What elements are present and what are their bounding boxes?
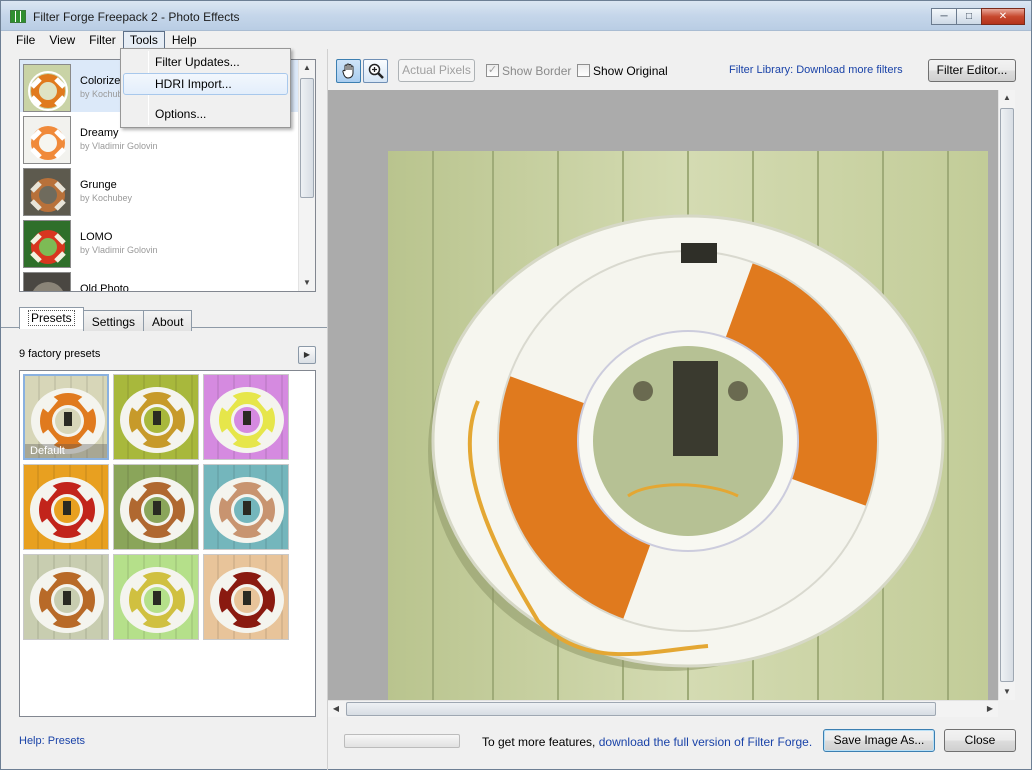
tab-label: Presets [28,310,75,326]
download-full-version-link[interactable]: download the full version of Filter Forg… [599,735,812,749]
filter-thumbnail [23,168,71,216]
scrollbar-thumb[interactable] [300,78,314,198]
filter-author: by Vladimir Golovin [80,141,158,151]
show-border-checkbox[interactable]: ✓ [486,64,499,77]
scroll-up-icon[interactable]: ▲ [299,60,315,76]
tools-menu-dropdown: Filter Updates... HDRI Import... Options… [120,48,291,128]
window-title: Filter Forge Freepack 2 - Photo Effects [33,10,240,24]
show-original-label: Show Original [593,64,668,78]
filter-item-lomo[interactable]: LOMO by Vladimir Golovin [20,216,299,268]
scrollbar-thumb[interactable] [1000,108,1014,682]
preset-thumbnail[interactable] [113,554,199,640]
title-bar[interactable]: Filter Forge Freepack 2 - Photo Effects … [1,1,1031,31]
image-preview[interactable] [328,90,998,700]
hand-tool-button[interactable] [336,59,361,83]
play-arrow-icon: ▶ [303,350,311,359]
preset-thumbnail[interactable] [203,374,289,460]
menu-item-hdri-import[interactable]: HDRI Import... [123,73,288,95]
promo-prefix: To get more features, [482,735,596,749]
filter-author: by Kochubey [80,193,133,203]
scroll-up-icon[interactable]: ▲ [999,90,1015,106]
actual-pixels-button[interactable]: Actual Pixels [398,59,475,82]
menu-item-options[interactable]: Options... [123,103,288,125]
filter-item-grunge[interactable]: Grunge by Kochubey [20,164,299,216]
preview-vertical-scrollbar[interactable]: ▲ ▼ [998,90,1015,700]
preview-image [388,151,988,700]
panel-tabs: Presets Settings About [19,307,193,331]
preset-thumbnail[interactable] [203,464,289,550]
preset-thumbnail[interactable] [113,464,199,550]
menu-item-filter-updates[interactable]: Filter Updates... [123,51,288,73]
filter-editor-button[interactable]: Filter Editor... [928,59,1016,82]
preset-thumbnail[interactable] [203,554,289,640]
scroll-corner [998,700,1015,717]
preset-label: Default [25,444,107,458]
zoom-in-icon [368,63,384,79]
progress-bar [344,734,460,748]
tab-presets[interactable]: Presets [19,307,84,329]
preset-image [204,375,288,459]
menu-bar: File View Filter Tools Help [2,31,1031,49]
scroll-left-icon[interactable]: ◀ [328,701,344,717]
preset-thumbnail[interactable] [23,464,109,550]
preset-image [114,465,198,549]
filter-thumbnail [23,116,71,164]
tab-settings[interactable]: Settings [82,310,145,331]
scrollbar-thumb[interactable] [346,702,936,716]
close-button[interactable]: Close [944,729,1016,752]
filter-thumbnail [23,272,71,291]
show-border-label: Show Border [502,64,572,78]
filter-thumbnail [23,220,71,268]
menu-view[interactable]: View [42,31,82,49]
window-controls: ─ □ ✕ [931,8,1025,25]
filter-name: Colorize [80,75,121,87]
scroll-right-icon[interactable]: ▶ [982,701,998,717]
filter-name: Grunge [80,179,117,191]
preset-image [24,555,108,639]
preset-thumbnail[interactable] [23,554,109,640]
maximize-icon: □ [965,11,973,22]
show-original-checkbox[interactable] [577,64,590,77]
presets-menu-button[interactable]: ▶ [298,346,316,364]
menu-tools[interactable]: Tools [122,31,165,49]
maximize-button[interactable]: □ [956,8,982,25]
app-window: Filter Forge Freepack 2 - Photo Effects … [0,0,1032,770]
hand-icon [341,63,353,79]
preset-thumbnail[interactable] [113,374,199,460]
minimize-icon: ─ [940,11,948,22]
preset-image [204,555,288,639]
menu-filter[interactable]: Filter [82,31,123,49]
filter-list-scrollbar[interactable]: ▲ ▼ [298,60,315,291]
preset-image [114,555,198,639]
zoom-tool-button[interactable] [363,59,388,83]
preset-image [204,465,288,549]
close-icon: ✕ [998,11,1008,22]
preset-image [114,375,198,459]
filter-name: Old Photo [80,283,129,292]
filter-name: LOMO [80,231,113,243]
filter-library-link[interactable]: Filter Library: Download more filters [729,64,903,76]
presets-count: 9 factory presets [19,348,101,360]
filter-thumbnail [23,64,71,112]
filter-name: Dreamy [80,127,119,139]
menu-file[interactable]: File [10,31,42,49]
close-window-button[interactable]: ✕ [981,8,1025,25]
menu-help[interactable]: Help [165,31,204,49]
scroll-down-icon[interactable]: ▼ [999,684,1015,700]
preset-grid: Default [19,370,316,717]
help-presets-link[interactable]: Help: Presets [19,735,85,747]
scroll-down-icon[interactable]: ▼ [299,275,315,291]
app-icon [10,10,26,23]
minimize-button[interactable]: ─ [931,8,957,25]
preset-image [24,465,108,549]
promo-text: To get more features, download the full … [482,735,812,749]
filter-item-old-photo[interactable]: Old Photo [20,268,299,292]
filter-author: by Vladimir Golovin [80,245,158,255]
tab-about[interactable]: About [143,310,193,331]
save-image-as-button[interactable]: Save Image As... [823,729,935,752]
preview-horizontal-scrollbar[interactable]: ◀ ▶ [328,700,998,717]
preset-thumbnail[interactable]: Default [23,374,109,460]
